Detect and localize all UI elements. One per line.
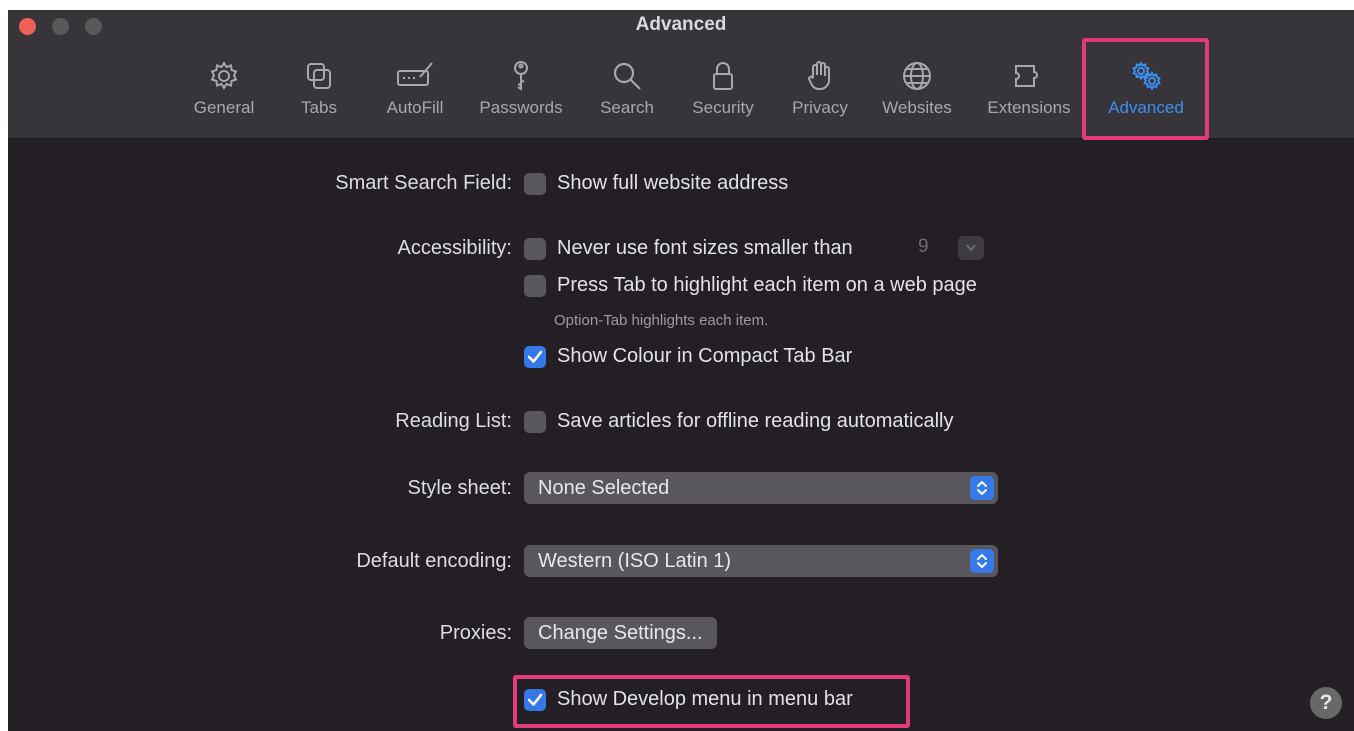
tab-label: Tabs	[301, 98, 337, 117]
toolbar: Advanced General Tabs AutoFill Passwords…	[8, 10, 1354, 140]
default-encoding-label: Default encoding:	[356, 550, 512, 572]
tab-passwords[interactable]: Passwords	[473, 58, 569, 124]
smart-search-label: Smart Search Field:	[335, 172, 512, 194]
default-encoding-value: Western (ISO Latin 1)	[538, 550, 732, 572]
tab-label: General	[193, 98, 255, 117]
tab-label: Passwords	[479, 98, 563, 117]
tab-label: Privacy	[792, 98, 848, 117]
style-sheet-value: None Selected	[538, 477, 670, 499]
press-tab-hint: Option-Tab highlights each item.	[554, 312, 769, 329]
style-sheet-select[interactable]: None Selected	[524, 472, 998, 504]
advanced-tab-highlight	[1082, 38, 1209, 140]
tab-label: Search	[600, 98, 654, 117]
font-size-value[interactable]: 9	[918, 236, 929, 258]
autofill-icon	[377, 58, 453, 98]
font-size-dropdown[interactable]	[958, 236, 984, 260]
min-font-size-text: Never use font sizes smaller than	[557, 237, 853, 259]
show-colour-text: Show Colour in Compact Tab Bar	[557, 345, 853, 367]
tab-websites[interactable]: Websites	[874, 58, 960, 124]
tab-autofill[interactable]: AutoFill	[377, 58, 453, 124]
tab-extensions[interactable]: Extensions	[979, 58, 1079, 124]
updown-arrows-icon	[970, 549, 994, 573]
help-button[interactable]: ?	[1310, 687, 1342, 719]
checkmark-icon	[527, 350, 543, 363]
press-tab-text: Press Tab to highlight each item on a we…	[557, 274, 977, 296]
develop-menu-highlight	[513, 675, 910, 728]
chevron-down-icon	[966, 244, 976, 252]
offline-reading-text: Save articles for offline reading automa…	[557, 410, 954, 432]
reading-list-label: Reading List:	[395, 410, 512, 432]
show-colour-checkbox[interactable]	[524, 346, 546, 368]
tabs-icon	[291, 58, 347, 98]
tab-search[interactable]: Search	[594, 58, 660, 124]
tab-privacy[interactable]: Privacy	[785, 58, 855, 124]
tab-label: Extensions	[987, 98, 1071, 117]
tab-label: AutoFill	[386, 98, 444, 117]
preferences-window: Advanced General Tabs AutoFill Passwords…	[8, 10, 1354, 731]
globe-icon	[874, 58, 960, 98]
accessibility-label: Accessibility:	[397, 237, 512, 259]
default-encoding-select[interactable]: Western (ISO Latin 1)	[524, 545, 998, 577]
tab-tabs[interactable]: Tabs	[291, 58, 347, 124]
key-icon	[473, 58, 569, 98]
min-font-size-checkbox[interactable]	[524, 238, 546, 260]
hand-icon	[785, 58, 855, 98]
proxies-label: Proxies:	[439, 622, 512, 644]
tab-general[interactable]: General	[188, 58, 260, 124]
search-icon	[594, 58, 660, 98]
show-full-address-text: Show full website address	[557, 172, 789, 194]
tab-label: Security	[692, 98, 754, 117]
gear-icon	[188, 58, 260, 98]
show-full-address-checkbox[interactable]	[524, 173, 546, 195]
change-settings-button[interactable]: Change Settings...	[524, 617, 717, 649]
tab-security[interactable]: Security	[684, 58, 762, 124]
puzzle-icon	[979, 58, 1079, 98]
style-sheet-label: Style sheet:	[407, 477, 512, 499]
tab-label: Websites	[882, 98, 952, 117]
window-title: Advanced	[635, 14, 727, 35]
press-tab-checkbox[interactable]	[524, 275, 546, 297]
offline-reading-checkbox[interactable]	[524, 411, 546, 433]
lock-icon	[684, 58, 762, 98]
updown-arrows-icon	[970, 476, 994, 500]
